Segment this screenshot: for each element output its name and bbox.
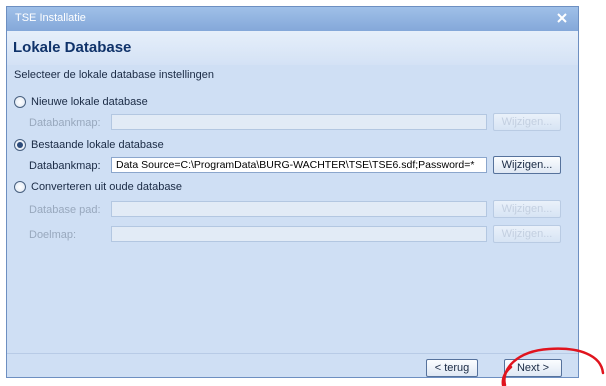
new-databankmap-field[interactable]	[111, 114, 487, 130]
new-databankmap-label: Databankmap:	[29, 117, 101, 129]
page-header: Lokale Database	[7, 31, 578, 65]
radio-convert-database-indicator[interactable]	[14, 180, 26, 193]
window-title: TSE Installatie	[15, 12, 86, 24]
convert-db-path-field[interactable]	[111, 201, 487, 217]
radio-existing-database-indicator[interactable]	[14, 138, 26, 151]
radio-convert-database[interactable]: Converteren uit oude database	[14, 179, 182, 194]
footer-divider	[7, 353, 578, 354]
convert-db-path-button[interactable]: Wijzigen...	[493, 200, 561, 218]
highlight-circle-annotation	[501, 347, 605, 386]
convert-target-label: Doelmap:	[29, 229, 77, 241]
radio-new-database[interactable]: Nieuwe lokale database	[14, 94, 148, 109]
existing-databankmap-label: Databankmap:	[29, 160, 101, 172]
convert-target-button[interactable]: Wijzigen...	[493, 225, 561, 243]
existing-databankmap-value: Data Source=C:\ProgramData\BURG-WACHTER\…	[116, 159, 475, 171]
radio-existing-database-label: Bestaande lokale database	[31, 138, 164, 151]
back-button[interactable]: < terug	[426, 359, 478, 377]
installer-window: TSE Installatie Lokale Database Selectee…	[6, 6, 579, 378]
new-change-button[interactable]: Wijzigen...	[493, 113, 561, 131]
page-title: Lokale Database	[13, 39, 132, 56]
existing-databankmap-field[interactable]: Data Source=C:\ProgramData\BURG-WACHTER\…	[111, 157, 487, 173]
close-icon[interactable]	[553, 9, 571, 27]
radio-existing-database[interactable]: Bestaande lokale database	[14, 137, 164, 152]
title-bar: TSE Installatie	[7, 7, 578, 32]
radio-new-database-indicator[interactable]	[14, 95, 26, 108]
radio-new-database-label: Nieuwe lokale database	[31, 95, 148, 108]
convert-target-field[interactable]	[111, 226, 487, 242]
page-subtitle: Selecteer de lokale database instellinge…	[14, 69, 214, 81]
convert-db-path-label: Database pad:	[29, 204, 101, 216]
radio-convert-database-label: Converteren uit oude database	[31, 180, 183, 193]
existing-change-button[interactable]: Wijzigen...	[493, 156, 561, 174]
